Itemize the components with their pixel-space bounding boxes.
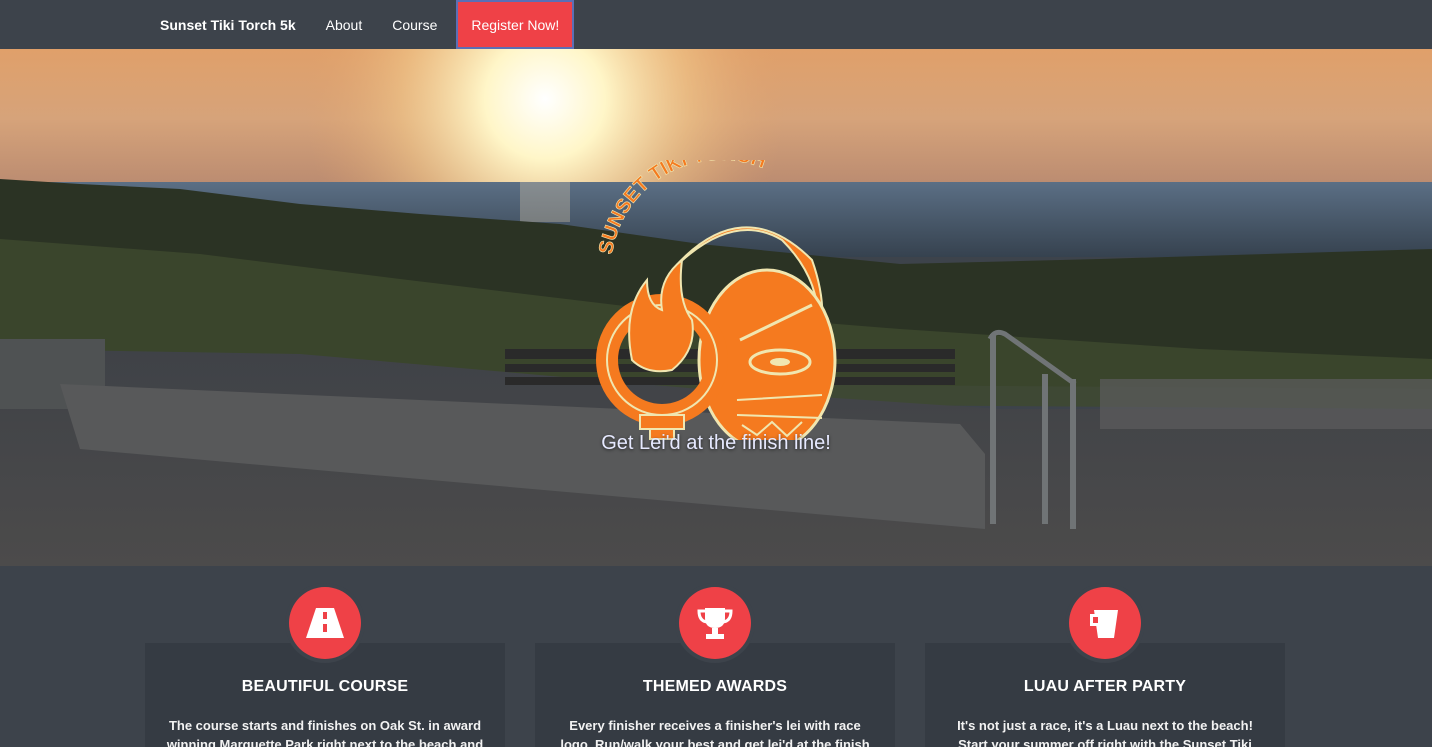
nav-link-about[interactable]: About [311, 0, 378, 49]
hero-tagline: Get Lei'd at the finish line! [601, 432, 831, 454]
features-section: BEAUTIFUL COURSE The course starts and f… [0, 566, 1432, 747]
top-navbar: Sunset Tiki Torch 5k About Course Regist… [0, 0, 1432, 49]
feature-description: The course starts and finishes on Oak St… [166, 718, 484, 747]
feature-icon-circle [1069, 587, 1141, 659]
tiki-torch-logo: SUNSET TIKI TORCH 5K [592, 160, 837, 440]
nav-links: Sunset Tiki Torch 5k About Course Regist… [145, 0, 575, 49]
feature-title: LUAU AFTER PARTY [1023, 678, 1187, 695]
feature-card-course: BEAUTIFUL COURSE The course starts and f… [145, 587, 505, 747]
register-now-button[interactable]: Register Now! [456, 0, 575, 49]
logo-arc-text: SUNSET TIKI TORCH 5K [592, 160, 775, 256]
feature-description: Every finisher receives a finisher's lei… [560, 718, 870, 747]
feature-card-awards: THEMED AWARDS Every finisher receives a … [535, 587, 895, 747]
trophy-icon [697, 608, 733, 639]
drink-icon [1090, 610, 1118, 638]
hero-content: SUNSET TIKI TORCH 5K Get Lei'd at the fi… [0, 49, 1432, 566]
feature-title: THEMED AWARDS [642, 678, 788, 695]
feature-card-luau: LUAU AFTER PARTY It's not just a race, i… [925, 587, 1285, 747]
hero-banner: SUNSET TIKI TORCH 5K Get Lei'd at the fi… [0, 49, 1432, 566]
brand-link[interactable]: Sunset Tiki Torch 5k [145, 0, 311, 49]
feature-icon-circle [289, 587, 361, 659]
nav-link-course[interactable]: Course [377, 0, 452, 49]
svg-text:SUNSET TIKI TORCH 5K: SUNSET TIKI TORCH 5K [592, 160, 775, 256]
feature-title: BEAUTIFUL COURSE [241, 678, 409, 695]
road-icon [306, 608, 344, 638]
feature-description: It's not just a race, it's a Luau next t… [957, 718, 1253, 747]
feature-icon-circle [679, 587, 751, 659]
